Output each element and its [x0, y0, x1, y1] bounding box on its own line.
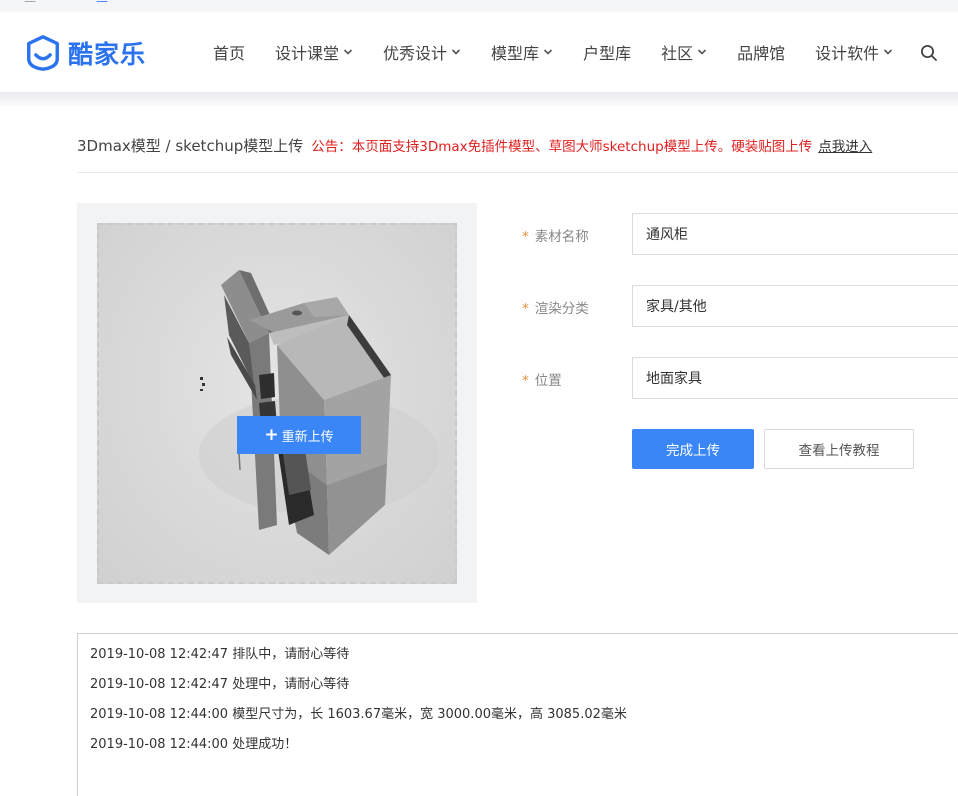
nav-item-label: 优秀设计: [383, 44, 448, 63]
chevron-down-icon: [343, 49, 353, 55]
nav-item-home[interactable]: 首页: [213, 40, 245, 64]
nav-item-label: 设计软件: [815, 44, 880, 63]
search-icon[interactable]: [920, 44, 938, 62]
model-render-image: [199, 270, 439, 555]
nav-item-label: 首页: [213, 44, 246, 63]
position-input[interactable]: [632, 357, 958, 399]
brand-logo[interactable]: 酷家乐: [24, 34, 146, 72]
nav-item-label: 模型库: [491, 44, 540, 63]
nav-item-community[interactable]: 社区: [661, 40, 707, 64]
model-preview-frame[interactable]: + 重新上传: [97, 223, 457, 584]
notice-text: 公告：本页面支持3Dmax免插件模型、草图大师sketchup模型上传。硬装贴图…: [311, 139, 813, 155]
brand-shield-icon: [27, 35, 59, 71]
field-label-text: 位置: [534, 373, 562, 389]
form-row-position: * 位置: [522, 357, 958, 399]
plus-icon: +: [264, 424, 279, 445]
view-tutorial-button[interactable]: 查看上传教程: [764, 429, 914, 469]
chevron-down-icon: [884, 49, 893, 55]
chevron-down-icon: [698, 49, 707, 55]
nav-item-design-class[interactable]: 设计课堂: [275, 40, 353, 64]
nav-item-featured[interactable]: 优秀设计: [383, 40, 461, 64]
field-label-text: 渲染分类: [534, 301, 589, 317]
log-line: 2019-10-08 12:44:00 处理成功！: [90, 737, 298, 752]
page-title: 3Dmax模型 / sketchup模型上传: [77, 136, 304, 155]
nav-item-label: 社区: [661, 44, 694, 63]
complete-upload-button[interactable]: 完成上传: [632, 429, 754, 469]
log-line: 2019-10-08 12:44:00 模型尺寸为，长 1603.67毫米，宽 …: [90, 707, 627, 722]
top-strip: — —: [0, 0, 958, 12]
nav-item-brand-hall[interactable]: 品牌馆: [737, 40, 785, 64]
main-nav: 首页 设计课堂 优秀设计 模型库 户型库 社区 品牌馆 设计软件: [213, 40, 923, 64]
nav-item-model-library[interactable]: 模型库: [491, 40, 553, 64]
required-mark: *: [522, 373, 529, 389]
render-category-input[interactable]: [632, 285, 958, 327]
reupload-label: 重新上传: [281, 429, 334, 445]
log-line: 2019-10-08 12:42:47 排队中，请耐心等待: [90, 647, 350, 662]
breadcrumb: 3Dmax模型 / sketchup模型上传 公告：本页面支持3Dmax免插件模…: [77, 134, 872, 156]
brand-name: 酷家乐: [68, 40, 147, 69]
render-category-label: * 渲染分类: [522, 297, 589, 317]
nav-item-label: 品牌馆: [737, 44, 786, 63]
top-strip-fragment: — —: [24, 0, 108, 8]
field-label-text: 素材名称: [534, 229, 589, 245]
header-shadow: [0, 92, 958, 106]
position-label: * 位置: [522, 369, 562, 389]
chevron-down-icon: [543, 49, 553, 55]
notice-link[interactable]: 点我进入: [818, 135, 872, 155]
site-header: 酷家乐 首页 设计课堂 优秀设计 模型库 户型库 社区 品牌馆 设计软件: [0, 12, 958, 92]
divider: [77, 172, 958, 173]
required-mark: *: [522, 301, 529, 317]
model-preview-panel: + 重新上传: [77, 203, 477, 603]
processing-log: 2019-10-08 12:42:47 排队中，请耐心等待 2019-10-08…: [77, 633, 958, 796]
nav-item-design-software[interactable]: 设计软件: [815, 40, 893, 64]
form-row-material-name: * 素材名称: [522, 213, 958, 255]
nav-item-label: 户型库: [583, 44, 632, 63]
material-name-input[interactable]: [632, 213, 958, 255]
nav-item-label: 设计课堂: [275, 44, 340, 63]
nav-item-floorplan-library[interactable]: 户型库: [583, 40, 631, 64]
required-mark: *: [522, 229, 529, 245]
chevron-down-icon: [451, 49, 461, 55]
log-line: 2019-10-08 12:42:47 处理中，请耐心等待: [90, 677, 350, 692]
form-row-render-category: * 渲染分类: [522, 285, 958, 327]
material-name-label: * 素材名称: [522, 225, 589, 245]
reupload-button[interactable]: + 重新上传: [237, 416, 361, 454]
